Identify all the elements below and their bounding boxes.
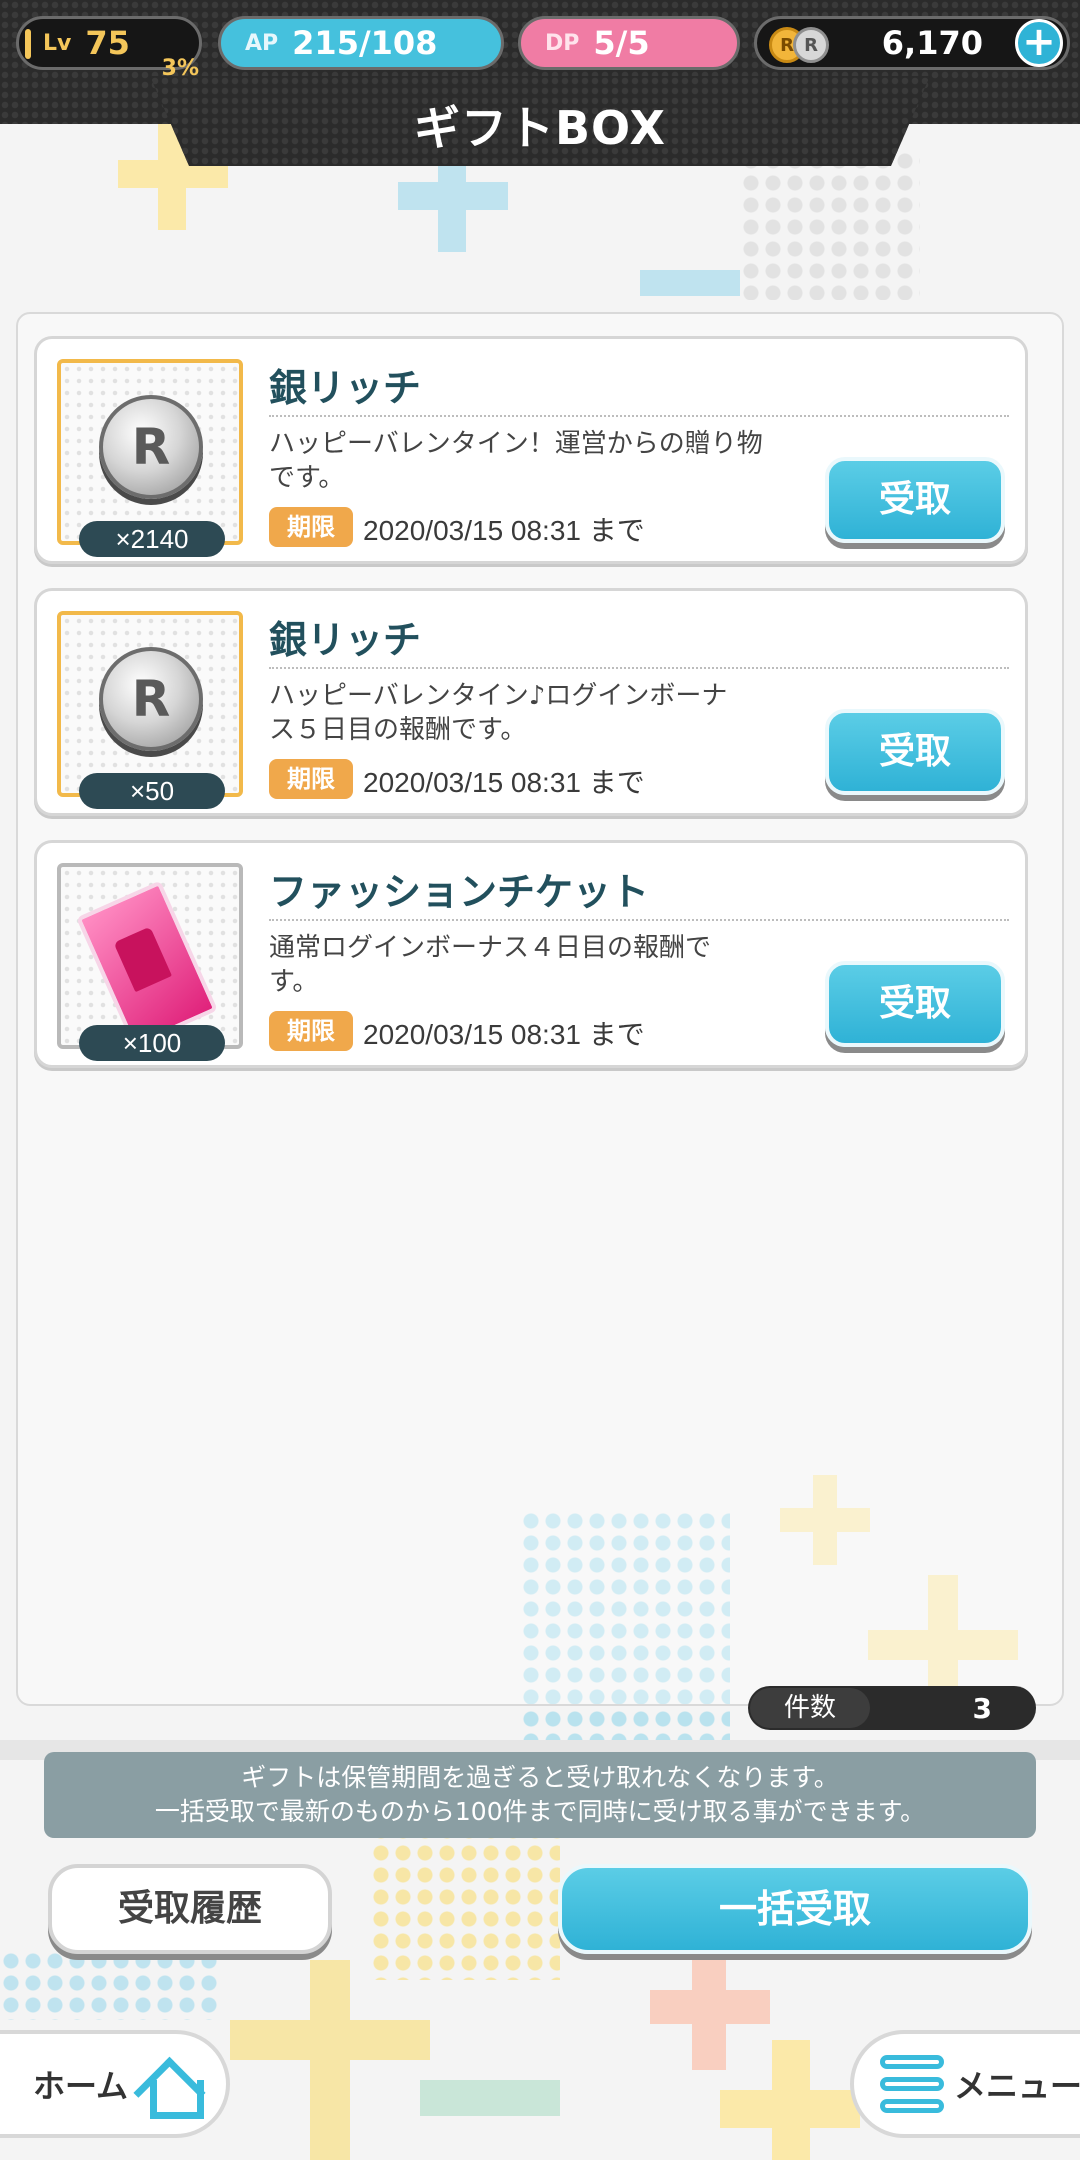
receive-history-button[interactable]: 受取履歴: [48, 1864, 332, 1954]
ap-value: 215/108: [292, 24, 438, 62]
gift-quantity: ×50: [79, 773, 225, 809]
expiry-badge: 期限: [269, 759, 353, 799]
gift-description-line: です。: [269, 463, 345, 493]
silver-coin-icon: R: [793, 27, 829, 63]
expiry-date: 2020/03/15 08:31 まで: [363, 515, 645, 546]
coin-count: 6,170: [881, 24, 983, 62]
level-indicator: Lv 75 3%: [16, 16, 202, 81]
notice-box: ギフトは保管期間を過ぎると受け取れなくなります。 一括受取で最新のものから100…: [44, 1752, 1036, 1838]
gift-card: R ×2140 銀リッチ ハッピーバレンタイン！運営からの贈り物 です。 期限 …: [34, 336, 1028, 564]
gift-description-line: ハッピーバレンタイン♪ログインボーナ: [269, 681, 728, 711]
dp-label: DP: [545, 30, 580, 56]
gift-name: ファッションチケット: [269, 870, 650, 914]
bulk-receive-button[interactable]: 一括受取: [558, 1864, 1032, 1954]
gift-name: 銀リッチ: [269, 618, 422, 662]
gift-description-line: ス５日目の報酬です。: [269, 715, 527, 745]
home-button[interactable]: ホーム: [0, 2030, 230, 2138]
gift-count-value: 3: [972, 1691, 992, 1725]
gift-quantity: ×100: [79, 1025, 225, 1061]
silver-rich-coin-icon: R: [99, 395, 203, 499]
silver-rich-coin-icon: R: [99, 647, 203, 751]
gift-count: 件数 3: [748, 1686, 1036, 1730]
gift-count-label: 件数: [750, 1688, 870, 1728]
gift-quantity: ×2140: [79, 521, 225, 557]
gift-description-line: ハッピーバレンタイン！運営からの贈り物: [269, 429, 763, 459]
divider: [269, 415, 1009, 417]
level-progress-bar: [25, 29, 31, 59]
gift-card: R ×50 銀リッチ ハッピーバレンタイン♪ログインボーナ ス５日目の報酬です。…: [34, 588, 1028, 816]
gift-description: ハッピーバレンタイン♪ログインボーナ ス５日目の報酬です。: [269, 679, 789, 747]
expiry-badge: 期限: [269, 507, 353, 547]
notice-line: ギフトは保管期間を過ぎると受け取れなくなります。: [241, 1763, 839, 1792]
add-currency-button[interactable]: +: [1015, 19, 1063, 67]
level-value: 75: [85, 24, 130, 62]
gift-description: ハッピーバレンタイン！運営からの贈り物 です。: [269, 427, 789, 495]
dp-value: 5/5: [593, 24, 650, 62]
expiry-badge: 期限: [269, 1011, 353, 1051]
gift-thumbnail: R ×50: [57, 611, 243, 809]
divider: [269, 667, 1009, 669]
page-title: ギフトBOX: [414, 101, 666, 155]
receive-button[interactable]: 受取: [825, 457, 1005, 543]
home-icon: [138, 2054, 204, 2119]
gift-thumbnail: R ×2140: [57, 359, 243, 557]
receive-button[interactable]: 受取: [825, 709, 1005, 795]
fashion-ticket-icon: [76, 880, 218, 1048]
expiry-date: 2020/03/15 08:31 まで: [363, 767, 645, 798]
ap-label: AP: [245, 30, 279, 56]
home-label: ホーム: [32, 2067, 128, 2105]
level-progress-percent: 3%: [161, 56, 199, 81]
ap-indicator: AP 215/108: [218, 16, 504, 70]
receive-button[interactable]: 受取: [825, 961, 1005, 1047]
gift-description-line: 通常ログインボーナス４日目の報酬で: [269, 933, 712, 963]
notice-line: 一括受取で最新のものから100件まで同時に受け取る事ができます。: [154, 1797, 926, 1826]
dp-indicator: DP 5/5: [518, 16, 740, 70]
divider: [269, 919, 1009, 921]
gift-name: 銀リッチ: [269, 366, 422, 410]
expiry-date: 2020/03/15 08:31 まで: [363, 1019, 645, 1050]
gift-description-line: す。: [269, 967, 319, 997]
menu-icon: [880, 2055, 944, 2113]
menu-button[interactable]: メニュー: [850, 2030, 1080, 2138]
menu-label: メニュー: [954, 2067, 1080, 2105]
gift-card: ×100 ファッションチケット 通常ログインボーナス４日目の報酬で す。 期限 …: [34, 840, 1028, 1068]
level-label: Lv: [43, 30, 72, 56]
gift-thumbnail: ×100: [57, 863, 243, 1061]
currency-indicator: R R 6,170 +: [754, 16, 1070, 70]
gift-description: 通常ログインボーナス４日目の報酬で す。: [269, 931, 789, 999]
